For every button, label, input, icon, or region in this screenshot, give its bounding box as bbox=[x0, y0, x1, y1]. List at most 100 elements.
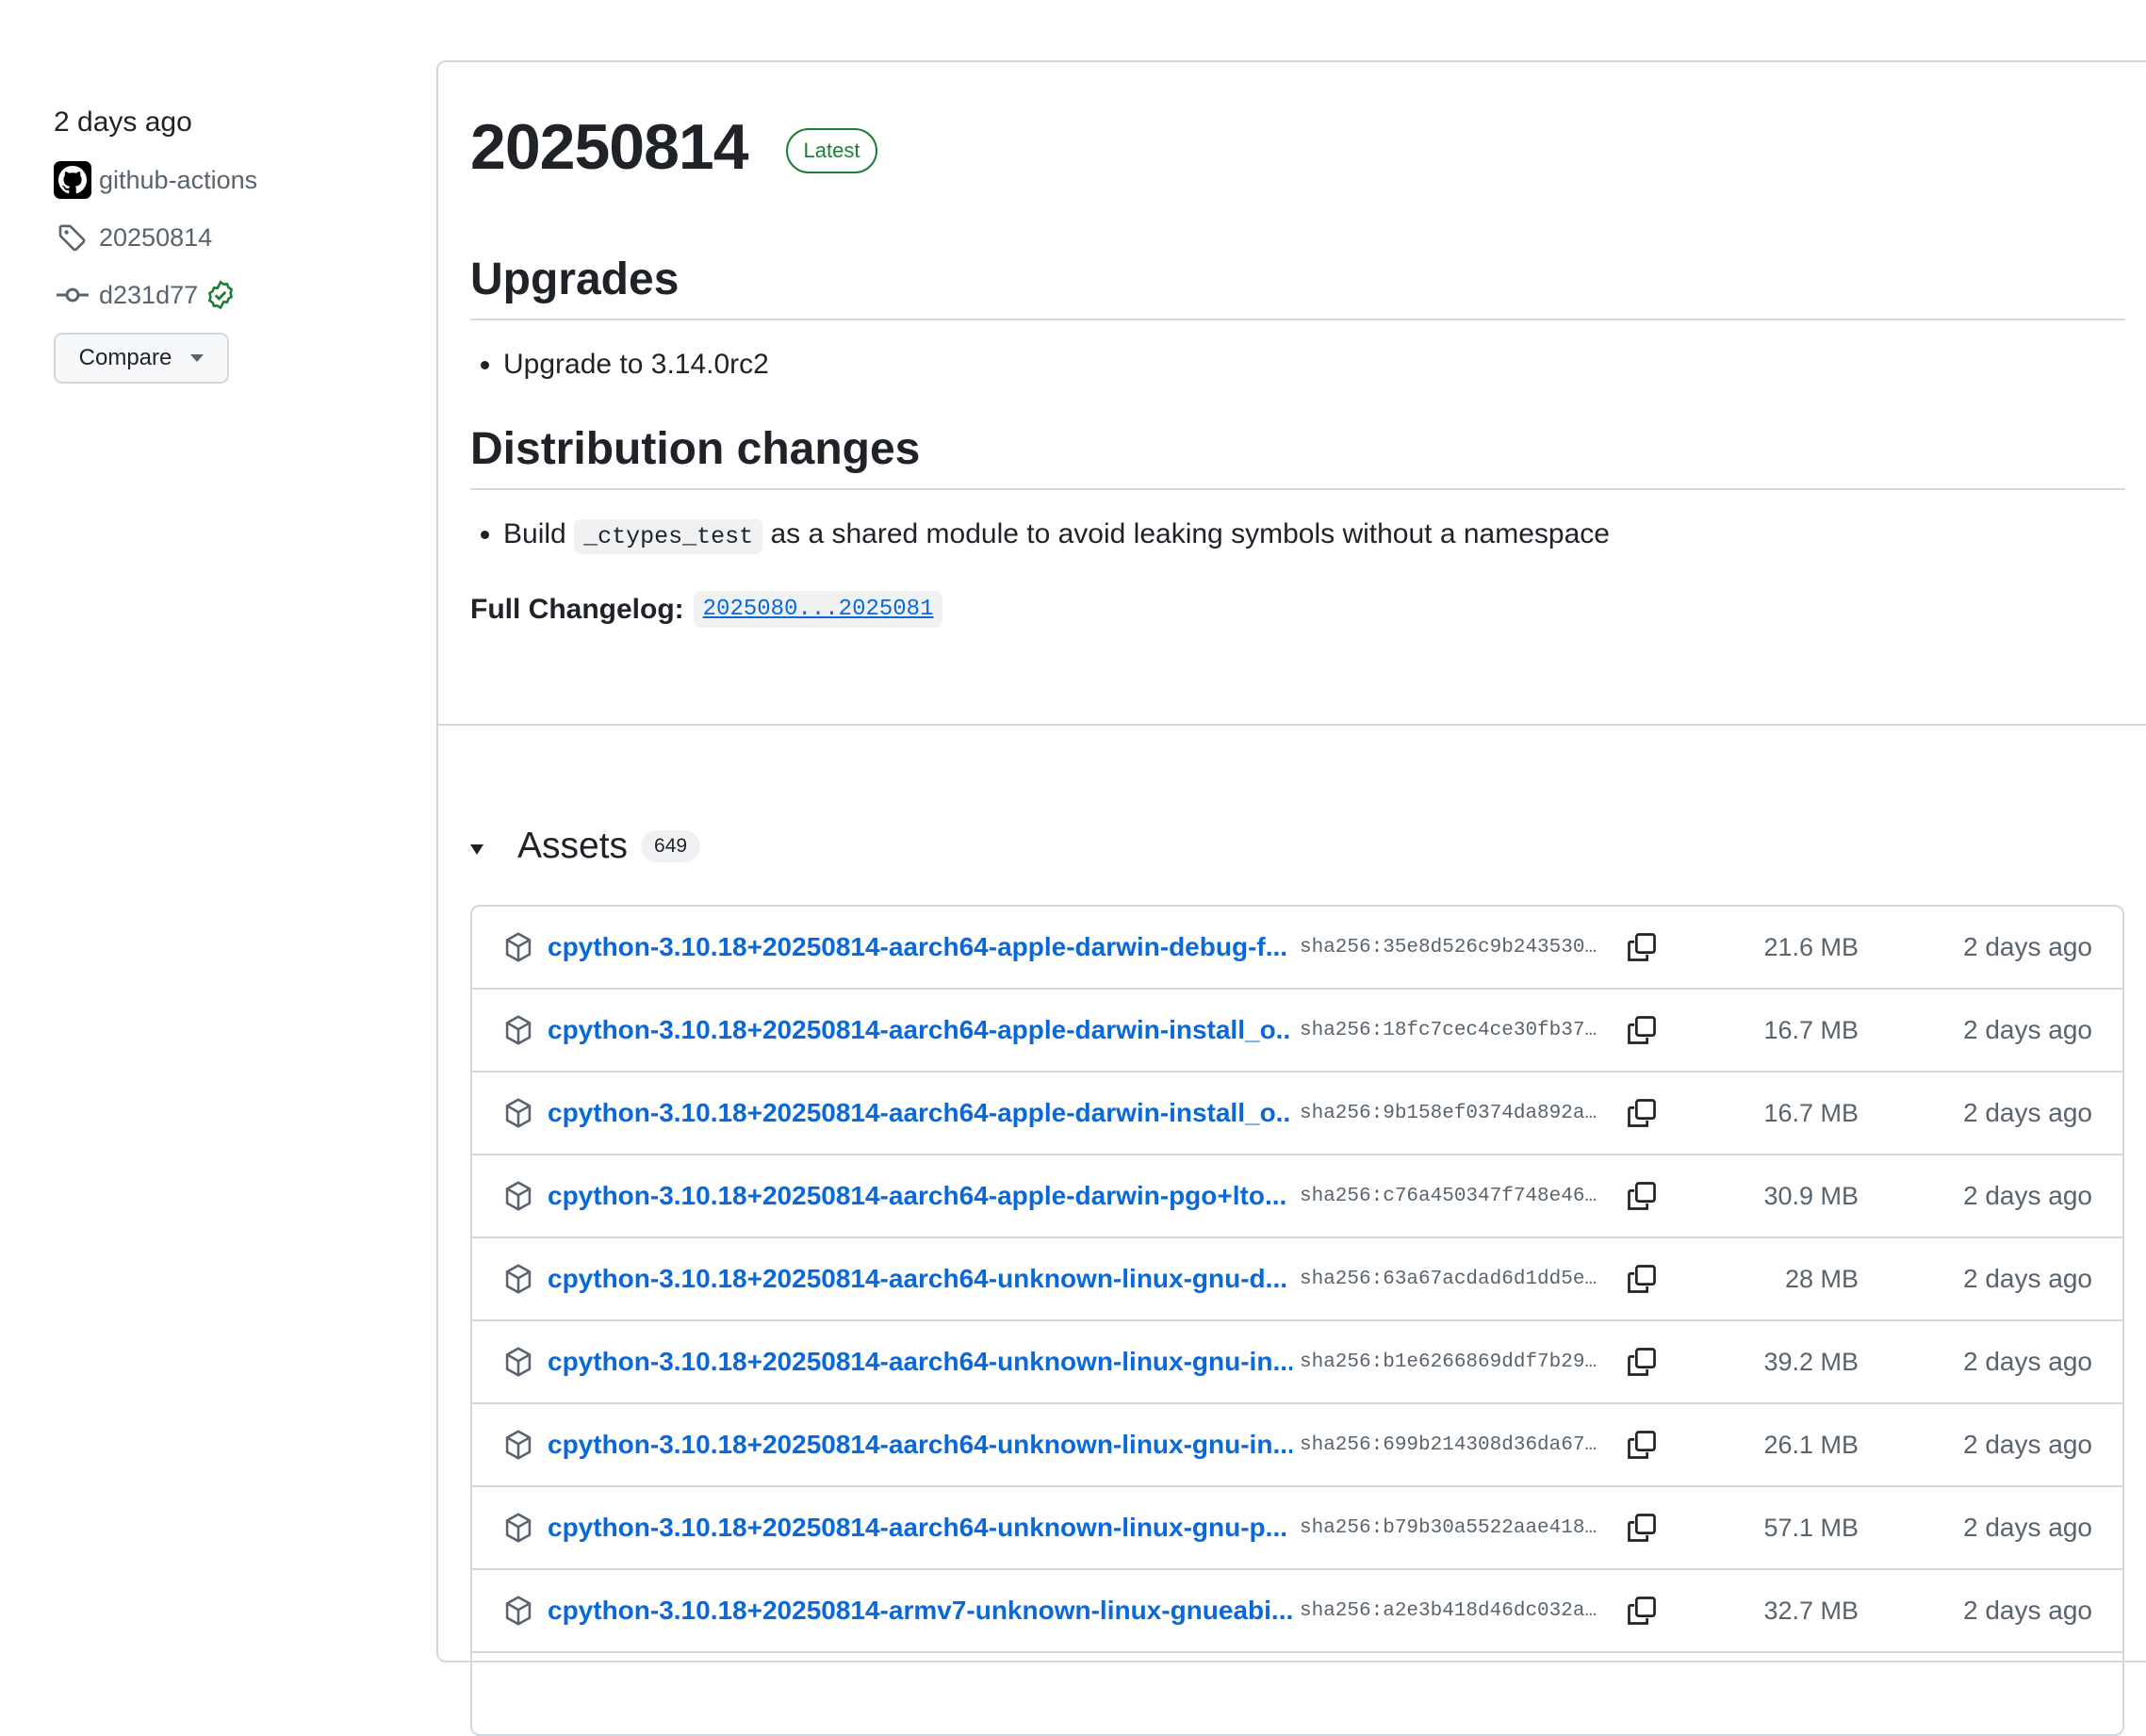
copy-icon[interactable] bbox=[1625, 1345, 1659, 1384]
copy-icon[interactable] bbox=[1625, 1594, 1659, 1632]
commit-sha: d231d77 bbox=[99, 280, 199, 309]
asset-download-link[interactable]: cpython-3.10.18+20250814-aarch64-apple-d… bbox=[548, 1015, 1292, 1045]
asset-sha256: sha256:35e8d526c9b243530… bbox=[1300, 936, 1597, 958]
table-row: cpython-3.10.18+20250814-armv7-unknown-l… bbox=[472, 1568, 2122, 1651]
compare-label: Compare bbox=[78, 345, 172, 370]
asset-size: 26.1 MB bbox=[1763, 1430, 1859, 1459]
table-row bbox=[472, 1651, 2122, 1734]
heading-distribution-changes: Distribution changes bbox=[470, 422, 2125, 490]
author-link[interactable]: github-actions bbox=[54, 160, 393, 200]
assets-title: Assets bbox=[517, 826, 629, 866]
asset-sha256: sha256:699b214308d36da67… bbox=[1300, 1433, 1597, 1456]
check-circle-icon[interactable] bbox=[205, 280, 236, 310]
asset-download-link[interactable]: cpython-3.10.18+20250814-aarch64-apple-d… bbox=[548, 1181, 1292, 1211]
release-body: 20250814 Latest Upgrades Upgrade to 3.14… bbox=[470, 109, 2125, 628]
asset-sha256: sha256:c76a450347f748e46… bbox=[1300, 1185, 1597, 1207]
package-icon bbox=[502, 1512, 534, 1548]
package-icon bbox=[502, 1429, 534, 1466]
latest-badge: Latest bbox=[785, 128, 878, 173]
release-sidebar: 2 days ago github-actions 20250814 d231d… bbox=[54, 106, 393, 384]
git-commit-icon bbox=[54, 276, 91, 314]
asset-date: 2 days ago bbox=[1963, 932, 2092, 961]
package-icon bbox=[502, 1014, 534, 1051]
copy-icon[interactable] bbox=[1625, 930, 1659, 969]
item-suffix: as a shared module to avoid leaking symb… bbox=[770, 518, 1610, 549]
assets-toggle[interactable]: Assets 649 bbox=[470, 822, 701, 871]
asset-size: 39.2 MB bbox=[1763, 1347, 1859, 1376]
package-icon bbox=[502, 1595, 534, 1631]
release-header: 20250814 Latest bbox=[470, 109, 2125, 185]
changelog-label: Full Changelog: bbox=[470, 593, 684, 625]
asset-date: 2 days ago bbox=[1963, 1264, 2092, 1293]
changelog-compare-link[interactable]: 2025080...2025081 bbox=[693, 591, 943, 628]
asset-download-link[interactable]: cpython-3.10.18+20250814-aarch64-unknown… bbox=[548, 1264, 1292, 1294]
tag-name: 20250814 bbox=[99, 222, 213, 252]
table-row: cpython-3.10.18+20250814-aarch64-unknown… bbox=[472, 1319, 2122, 1402]
compare-button[interactable]: Compare bbox=[54, 333, 229, 384]
package-icon bbox=[502, 1263, 534, 1300]
asset-date: 2 days ago bbox=[1963, 1015, 2092, 1044]
release-date: 2 days ago bbox=[54, 106, 192, 138]
upgrades-list: Upgrade to 3.14.0rc2 bbox=[470, 345, 2125, 385]
package-icon bbox=[502, 1097, 534, 1134]
package-icon bbox=[502, 931, 534, 968]
copy-icon[interactable] bbox=[1625, 1179, 1659, 1218]
asset-date: 2 days ago bbox=[1963, 1596, 2092, 1625]
asset-date: 2 days ago bbox=[1963, 1347, 2092, 1376]
copy-icon[interactable] bbox=[1625, 1511, 1659, 1549]
heading-upgrades: Upgrades bbox=[470, 253, 2125, 320]
chevron-down-icon bbox=[190, 354, 205, 362]
package-icon bbox=[502, 1180, 534, 1217]
asset-size: 28 MB bbox=[1784, 1264, 1859, 1293]
distribution-list: Build _ctypes_test as a shared module to… bbox=[470, 515, 2125, 557]
asset-size: 30.9 MB bbox=[1763, 1181, 1859, 1210]
table-row: cpython-3.10.18+20250814-aarch64-unknown… bbox=[472, 1485, 2122, 1568]
asset-size: 32.7 MB bbox=[1763, 1596, 1859, 1625]
full-changelog: Full Changelog: 2025080...2025081 bbox=[470, 591, 2125, 628]
copy-icon[interactable] bbox=[1625, 1428, 1659, 1466]
asset-size: 21.6 MB bbox=[1763, 932, 1859, 961]
table-row: cpython-3.10.18+20250814-aarch64-apple-d… bbox=[472, 907, 2122, 988]
asset-size: 16.7 MB bbox=[1763, 1098, 1859, 1127]
asset-download-link[interactable]: cpython-3.10.18+20250814-armv7-unknown-l… bbox=[548, 1596, 1292, 1626]
asset-date: 2 days ago bbox=[1963, 1181, 2092, 1210]
asset-sha256: sha256:9b158ef0374da892a… bbox=[1300, 1102, 1597, 1124]
author-name: github-actions bbox=[99, 165, 258, 194]
list-item: Build _ctypes_test as a shared module to… bbox=[503, 515, 2125, 557]
asset-date: 2 days ago bbox=[1963, 1430, 2092, 1459]
divider bbox=[438, 724, 2146, 726]
asset-sha256: sha256:b79b30a5522aae418… bbox=[1300, 1516, 1597, 1539]
asset-sha256: sha256:a2e3b418d46dc032a… bbox=[1300, 1599, 1597, 1622]
commit-link[interactable]: d231d77 bbox=[54, 275, 393, 315]
table-row: cpython-3.10.18+20250814-aarch64-apple-d… bbox=[472, 1154, 2122, 1236]
copy-icon[interactable] bbox=[1625, 1262, 1659, 1301]
asset-download-link[interactable]: cpython-3.10.18+20250814-aarch64-unknown… bbox=[548, 1513, 1292, 1543]
table-row: cpython-3.10.18+20250814-aarch64-apple-d… bbox=[472, 988, 2122, 1071]
table-row: cpython-3.10.18+20250814-aarch64-unknown… bbox=[472, 1236, 2122, 1319]
table-row: cpython-3.10.18+20250814-aarch64-apple-d… bbox=[472, 1071, 2122, 1154]
asset-download-link[interactable]: cpython-3.10.18+20250814-aarch64-unknown… bbox=[548, 1430, 1292, 1460]
item-prefix: Build bbox=[503, 518, 566, 549]
asset-size: 57.1 MB bbox=[1763, 1513, 1859, 1542]
release-card: 20250814 Latest Upgrades Upgrade to 3.14… bbox=[436, 60, 2146, 1736]
copy-icon[interactable] bbox=[1625, 1096, 1659, 1135]
asset-list: cpython-3.10.18+20250814-aarch64-apple-d… bbox=[470, 905, 2124, 1736]
tag-link[interactable]: 20250814 bbox=[54, 218, 393, 257]
list-item: Upgrade to 3.14.0rc2 bbox=[503, 345, 2125, 385]
asset-date: 2 days ago bbox=[1963, 1098, 2092, 1127]
asset-download-link[interactable]: cpython-3.10.18+20250814-aarch64-apple-d… bbox=[548, 1098, 1292, 1128]
release-title[interactable]: 20250814 bbox=[470, 110, 749, 184]
asset-sha256: sha256:b1e6266869ddf7b29… bbox=[1300, 1351, 1597, 1373]
avatar bbox=[54, 161, 91, 199]
asset-sha256: sha256:18fc7cec4ce30fb37… bbox=[1300, 1019, 1597, 1041]
github-mark-icon bbox=[54, 161, 91, 199]
package-icon bbox=[502, 1346, 534, 1383]
table-row: cpython-3.10.18+20250814-aarch64-unknown… bbox=[472, 1402, 2122, 1485]
inline-code: _ctypes_test bbox=[574, 519, 763, 554]
asset-download-link[interactable]: cpython-3.10.18+20250814-aarch64-apple-d… bbox=[548, 932, 1292, 962]
triangle-down-icon bbox=[470, 843, 483, 855]
assets-count-badge: 649 bbox=[641, 830, 701, 862]
asset-download-link[interactable]: cpython-3.10.18+20250814-aarch64-unknown… bbox=[548, 1347, 1292, 1377]
copy-icon[interactable] bbox=[1625, 1013, 1659, 1052]
asset-date: 2 days ago bbox=[1963, 1513, 2092, 1542]
